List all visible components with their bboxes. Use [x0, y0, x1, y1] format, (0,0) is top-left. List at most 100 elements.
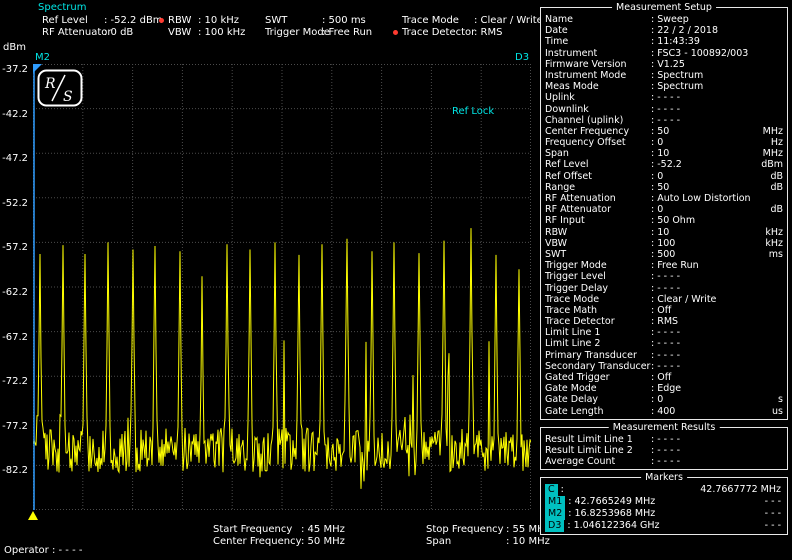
svg-text:R: R [44, 76, 56, 92]
svg-text:S: S [63, 89, 73, 105]
panel-row-trace-mode: Trace Mode: Clear / Write [545, 294, 783, 305]
row-unit [755, 350, 783, 361]
row-unit: ms [755, 249, 783, 260]
setting-label: VBW [168, 27, 198, 39]
row-unit: dB [755, 171, 783, 182]
row-unit [755, 316, 783, 327]
y-axis-labels: -37.2-42.2-47.2-52.2-57.2-62.2-67.2-72.2… [0, 64, 31, 510]
row-unit: dB [755, 182, 783, 193]
row-label: Limit Line 2 [545, 338, 651, 349]
panel-row-vbw: VBW: 100kHz [545, 238, 783, 249]
section-measurement-setup: Measurement Setup Name: SweepDate: 22 / … [540, 7, 788, 420]
row-label: Gate Delay [545, 394, 651, 405]
setting-rbw: RBW: 10 kHz [168, 15, 245, 27]
section-title-measurement-results: Measurement Results [609, 422, 720, 433]
panel-row-date: Date: 22 / 2 / 2018 [545, 25, 783, 36]
marker-badge-m1[interactable]: M1 [545, 496, 565, 508]
row-value: : V1.25 [651, 59, 755, 70]
row-unit [755, 14, 783, 25]
row-unit [755, 92, 783, 103]
row-label: Channel (uplink) [545, 115, 651, 126]
row-value: : - - - - [651, 456, 755, 467]
operator-row: Operator- - - - [4, 545, 82, 556]
freq-value: : 50 MHz [301, 536, 345, 548]
row-value: : 0 [651, 204, 755, 215]
panel-row-gated-trigger: Gated Trigger: Off [545, 372, 783, 383]
setting-value: : Clear / Write [474, 15, 543, 27]
marker-row-d3: D3:1.046122364 GHz- - - [545, 520, 783, 532]
spectrum-plot[interactable] [33, 64, 531, 510]
marker-row-m1: M1:42.7665249 MHz- - - [545, 496, 783, 508]
marker-label-m2[interactable]: M2 [35, 52, 50, 63]
setting-label: RF Attenuator [42, 27, 104, 39]
row-label: RF Attenuator [545, 204, 651, 215]
row-value: : 50 Ohm [651, 215, 755, 226]
setting-label: SWT [265, 15, 322, 27]
row-value: : 400 [651, 406, 755, 417]
y-axis-label: -82.2 [0, 466, 28, 476]
row-label: Frequency Offset [545, 137, 651, 148]
setting-trigger-mode: Trigger Mode: Free Run [265, 27, 372, 39]
row-unit [755, 215, 783, 226]
row-value: : 11:43:39 [651, 36, 755, 47]
row-value: : Sweep [651, 14, 755, 25]
marker-row-c: C:42.7667772 MHz [545, 484, 783, 496]
y-axis-label: -52.2 [0, 199, 28, 209]
panel-row-frequency-offset: Frequency Offset: 0Hz [545, 137, 783, 148]
row-value: : - - - - [651, 92, 755, 103]
row-value: : RMS [651, 316, 755, 327]
setting-swt: SWT: 500 ms [265, 15, 372, 27]
row-unit [755, 70, 783, 81]
row-unit [755, 294, 783, 305]
row-unit: us [755, 406, 783, 417]
marker-colon: : [568, 496, 571, 508]
row-unit: Hz [755, 137, 783, 148]
row-value: : - - - - [651, 445, 755, 456]
row-label: Trace Mode [545, 294, 651, 305]
row-label: Range [545, 182, 651, 193]
y-axis-label: -77.2 [0, 422, 28, 432]
freq-label: Span [426, 536, 506, 548]
freq-label: Stop Frequency [426, 524, 506, 536]
row-value: : Edge [651, 383, 755, 394]
panel-row-trigger-mode: Trigger Mode: Free Run [545, 260, 783, 271]
panel-row-rf-attenuation: RF Attenuation: Auto Low Distortion [545, 193, 783, 204]
row-label: Instrument Mode [545, 70, 651, 81]
marker-rows: C:42.7667772 MHzM1:42.7665249 MHz- - -M2… [545, 484, 783, 532]
row-unit: s [755, 394, 783, 405]
tab-spectrum[interactable]: Spectrum [38, 2, 86, 13]
row-label: Ref Level [545, 159, 651, 170]
row-label: Span [545, 148, 651, 159]
marker-extra-value: - - - [765, 520, 783, 532]
marker-label-d3[interactable]: D3 [515, 52, 529, 63]
row-value: : 0 [651, 137, 755, 148]
panel-row-trigger-level: Trigger Level: - - - - [545, 271, 783, 282]
panel-row-gate-length: Gate Length: 400us [545, 406, 783, 417]
y-axis-label: -72.2 [0, 377, 28, 387]
setting-label: Ref Level [42, 15, 104, 27]
row-value: : 100 [651, 238, 755, 249]
row-label: Time [545, 36, 651, 47]
row-value: : - - - - [651, 361, 755, 372]
settings-header: Ref Level: -52.2 dBmRF Attenuator: 0 dBR… [0, 15, 536, 41]
marker-badge-d3[interactable]: D3 [545, 520, 564, 532]
row-label: Trace Math [545, 305, 651, 316]
panel-row-downlink: Downlink: - - - - [545, 104, 783, 115]
panel-row-limit-line-1: Limit Line 1: - - - - [545, 327, 783, 338]
setting-vbw: VBW: 100 kHz [168, 27, 245, 39]
marker-value: 42.7665249 MHz [574, 496, 655, 508]
row-value: : - - - - [651, 104, 755, 115]
panel-row-uplink: Uplink: - - - - [545, 92, 783, 103]
setting-trace-detector: Trace Detector: RMS [402, 27, 543, 39]
row-label: Secondary Transducer [545, 361, 651, 372]
marker-badge-m2[interactable]: M2 [545, 508, 565, 520]
row-unit [755, 372, 783, 383]
row-label: Result Limit Line 2 [545, 445, 651, 456]
panel-row-firmware-version: Firmware Version: V1.25 [545, 59, 783, 70]
footer-column-1: Stop Frequency: 55 MHzSpan: 10 MHz [426, 524, 550, 548]
marker-colon: : [567, 520, 570, 532]
row-unit [755, 338, 783, 349]
marker-badge-c[interactable]: C [545, 484, 558, 496]
row-value: : 10 [651, 227, 755, 238]
freq-label: Center Frequency [213, 536, 301, 548]
